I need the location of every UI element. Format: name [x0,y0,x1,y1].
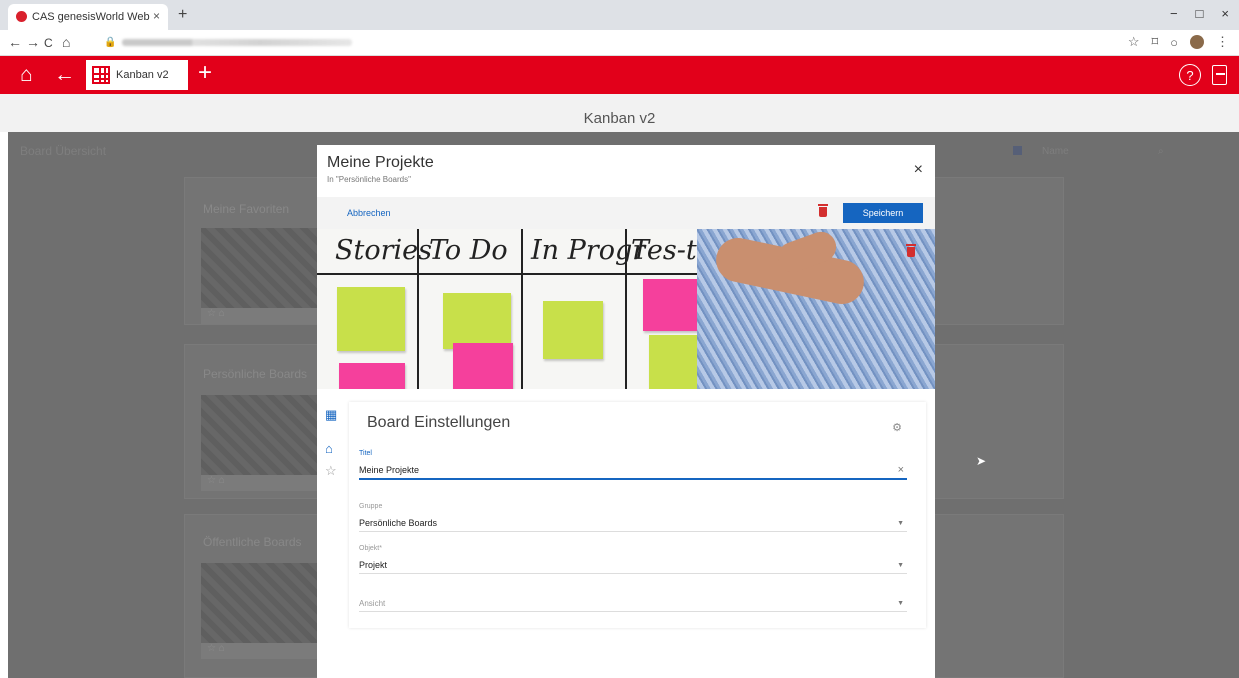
help-icon[interactable]: ? [1179,64,1201,86]
trash-icon[interactable] [818,204,828,217]
home-icon[interactable]: ⌂ [20,63,33,87]
address-bar-row: ← → C ⌂ 🔒 ☆ ⌑ ○ ⋮ [0,30,1239,56]
section-title: Meine Favoriten [203,202,290,216]
view-toggle-icon[interactable] [1013,146,1022,155]
app-tab-kanban[interactable]: Kanban v2 [86,60,188,90]
search-icon[interactable]: ⌕ [1158,146,1164,157]
new-tab-button[interactable]: + [178,6,187,24]
chevron-down-icon[interactable]: ▼ [897,520,904,527]
field-label-objekt: Objekt* [359,545,382,552]
hero-word: Stories [335,235,432,266]
board-settings-panel: Board Einstellungen ⚙ Titel Meine Projek… [349,402,926,628]
sort-label[interactable]: Name [1042,146,1069,157]
thumb-footer: ☆ ⌂ [201,308,321,324]
board-edit-dialog: Meine Projekte In "Persönliche Boards" ×… [317,145,935,678]
plus-icon[interactable]: + [198,61,212,85]
cancel-button[interactable]: Abbrechen [347,208,391,218]
apps-icon[interactable]: ▦ [325,407,337,423]
back-icon[interactable]: ← [8,34,22,50]
close-icon[interactable]: × [914,161,923,179]
dialog-toolbar: Abbrechen Speichern [317,197,935,229]
logout-icon[interactable] [1212,65,1227,85]
whiteboard-illustration: Stories To Do In Progr Tes-tin [317,229,737,389]
dialog-subtitle: In "Persönliche Boards" [327,175,411,184]
board-thumbnail[interactable] [201,395,321,475]
url-field[interactable]: 🔒 [104,35,354,49]
clear-icon[interactable]: × [898,464,904,476]
close-tab-icon[interactable]: × [153,9,160,23]
board-thumbnail[interactable] [201,563,321,643]
section-title: Öffentliche Boards [203,535,302,549]
forward-icon[interactable]: → [26,34,40,50]
lock-icon: 🔒 [104,36,117,48]
app-tab-label: Kanban v2 [116,69,169,81]
title-input[interactable]: Meine Projekte [359,465,419,475]
object-select[interactable]: Projekt [359,560,387,570]
board-thumbnail[interactable] [201,228,321,308]
thumb-footer: ☆ ⌂ [201,475,321,491]
favicon-icon [16,11,27,22]
chevron-down-icon[interactable]: ▼ [897,600,904,607]
gear-icon[interactable]: ⚙ [892,421,902,434]
url-blurred-text [122,38,353,46]
board-cover-image: Stories To Do In Progr Tes-tin [317,229,935,389]
window-controls: − □ × [1170,6,1229,21]
hero-word: To Do [429,235,508,266]
person-illustration [697,229,935,389]
star-icon[interactable]: ☆ [325,463,337,479]
browser-tab[interactable]: CAS genesisWorld Web × [8,4,168,30]
group-select[interactable]: Persönliche Boards [359,518,437,528]
dialog-title: Meine Projekte [327,154,434,171]
grid-icon [92,66,110,84]
browser-home-icon[interactable]: ⌂ [62,34,70,50]
save-button[interactable]: Speichern [843,203,923,223]
extension-circle-icon[interactable]: ○ [1170,35,1178,50]
house-icon[interactable]: ⌂ [325,441,333,456]
close-window-icon[interactable]: × [1221,6,1229,21]
reload-icon[interactable]: C [44,36,53,50]
browser-toolbar-right: ☆ ⌑ ○ ⋮ [1128,34,1229,50]
profile-avatar[interactable] [1190,35,1204,49]
browser-tab-title: CAS genesisWorld Web [32,11,150,23]
section-title: Persönliche Boards [203,367,308,381]
minimize-icon[interactable]: − [1170,6,1178,21]
page-title: Kanban v2 [0,94,1239,132]
field-label-gruppe: Gruppe [359,503,383,510]
remove-image-icon[interactable] [906,244,916,257]
chevron-down-icon[interactable]: ▼ [897,562,904,569]
browser-tab-strip: CAS genesisWorld Web × + − □ × [0,0,1239,30]
app-header: ⌂ ← Kanban v2 + ? [0,56,1239,94]
browser-menu-icon[interactable]: ⋮ [1216,34,1229,50]
view-select[interactable]: Ansicht [359,599,385,608]
extension-icon[interactable]: ⌑ [1151,34,1158,50]
bookmark-star-icon[interactable]: ☆ [1128,34,1140,50]
maximize-icon[interactable]: □ [1196,6,1204,21]
hero-word: In Progr [531,235,646,266]
panel-title: Board Einstellungen [367,414,511,431]
thumb-footer: ☆ ⌂ [201,643,321,659]
field-label-titel: Titel [359,450,372,457]
back-arrow-icon[interactable]: ← [54,63,75,87]
mouse-cursor: ➤ [976,454,987,468]
board-overview-title: Board Übersicht [20,144,107,158]
